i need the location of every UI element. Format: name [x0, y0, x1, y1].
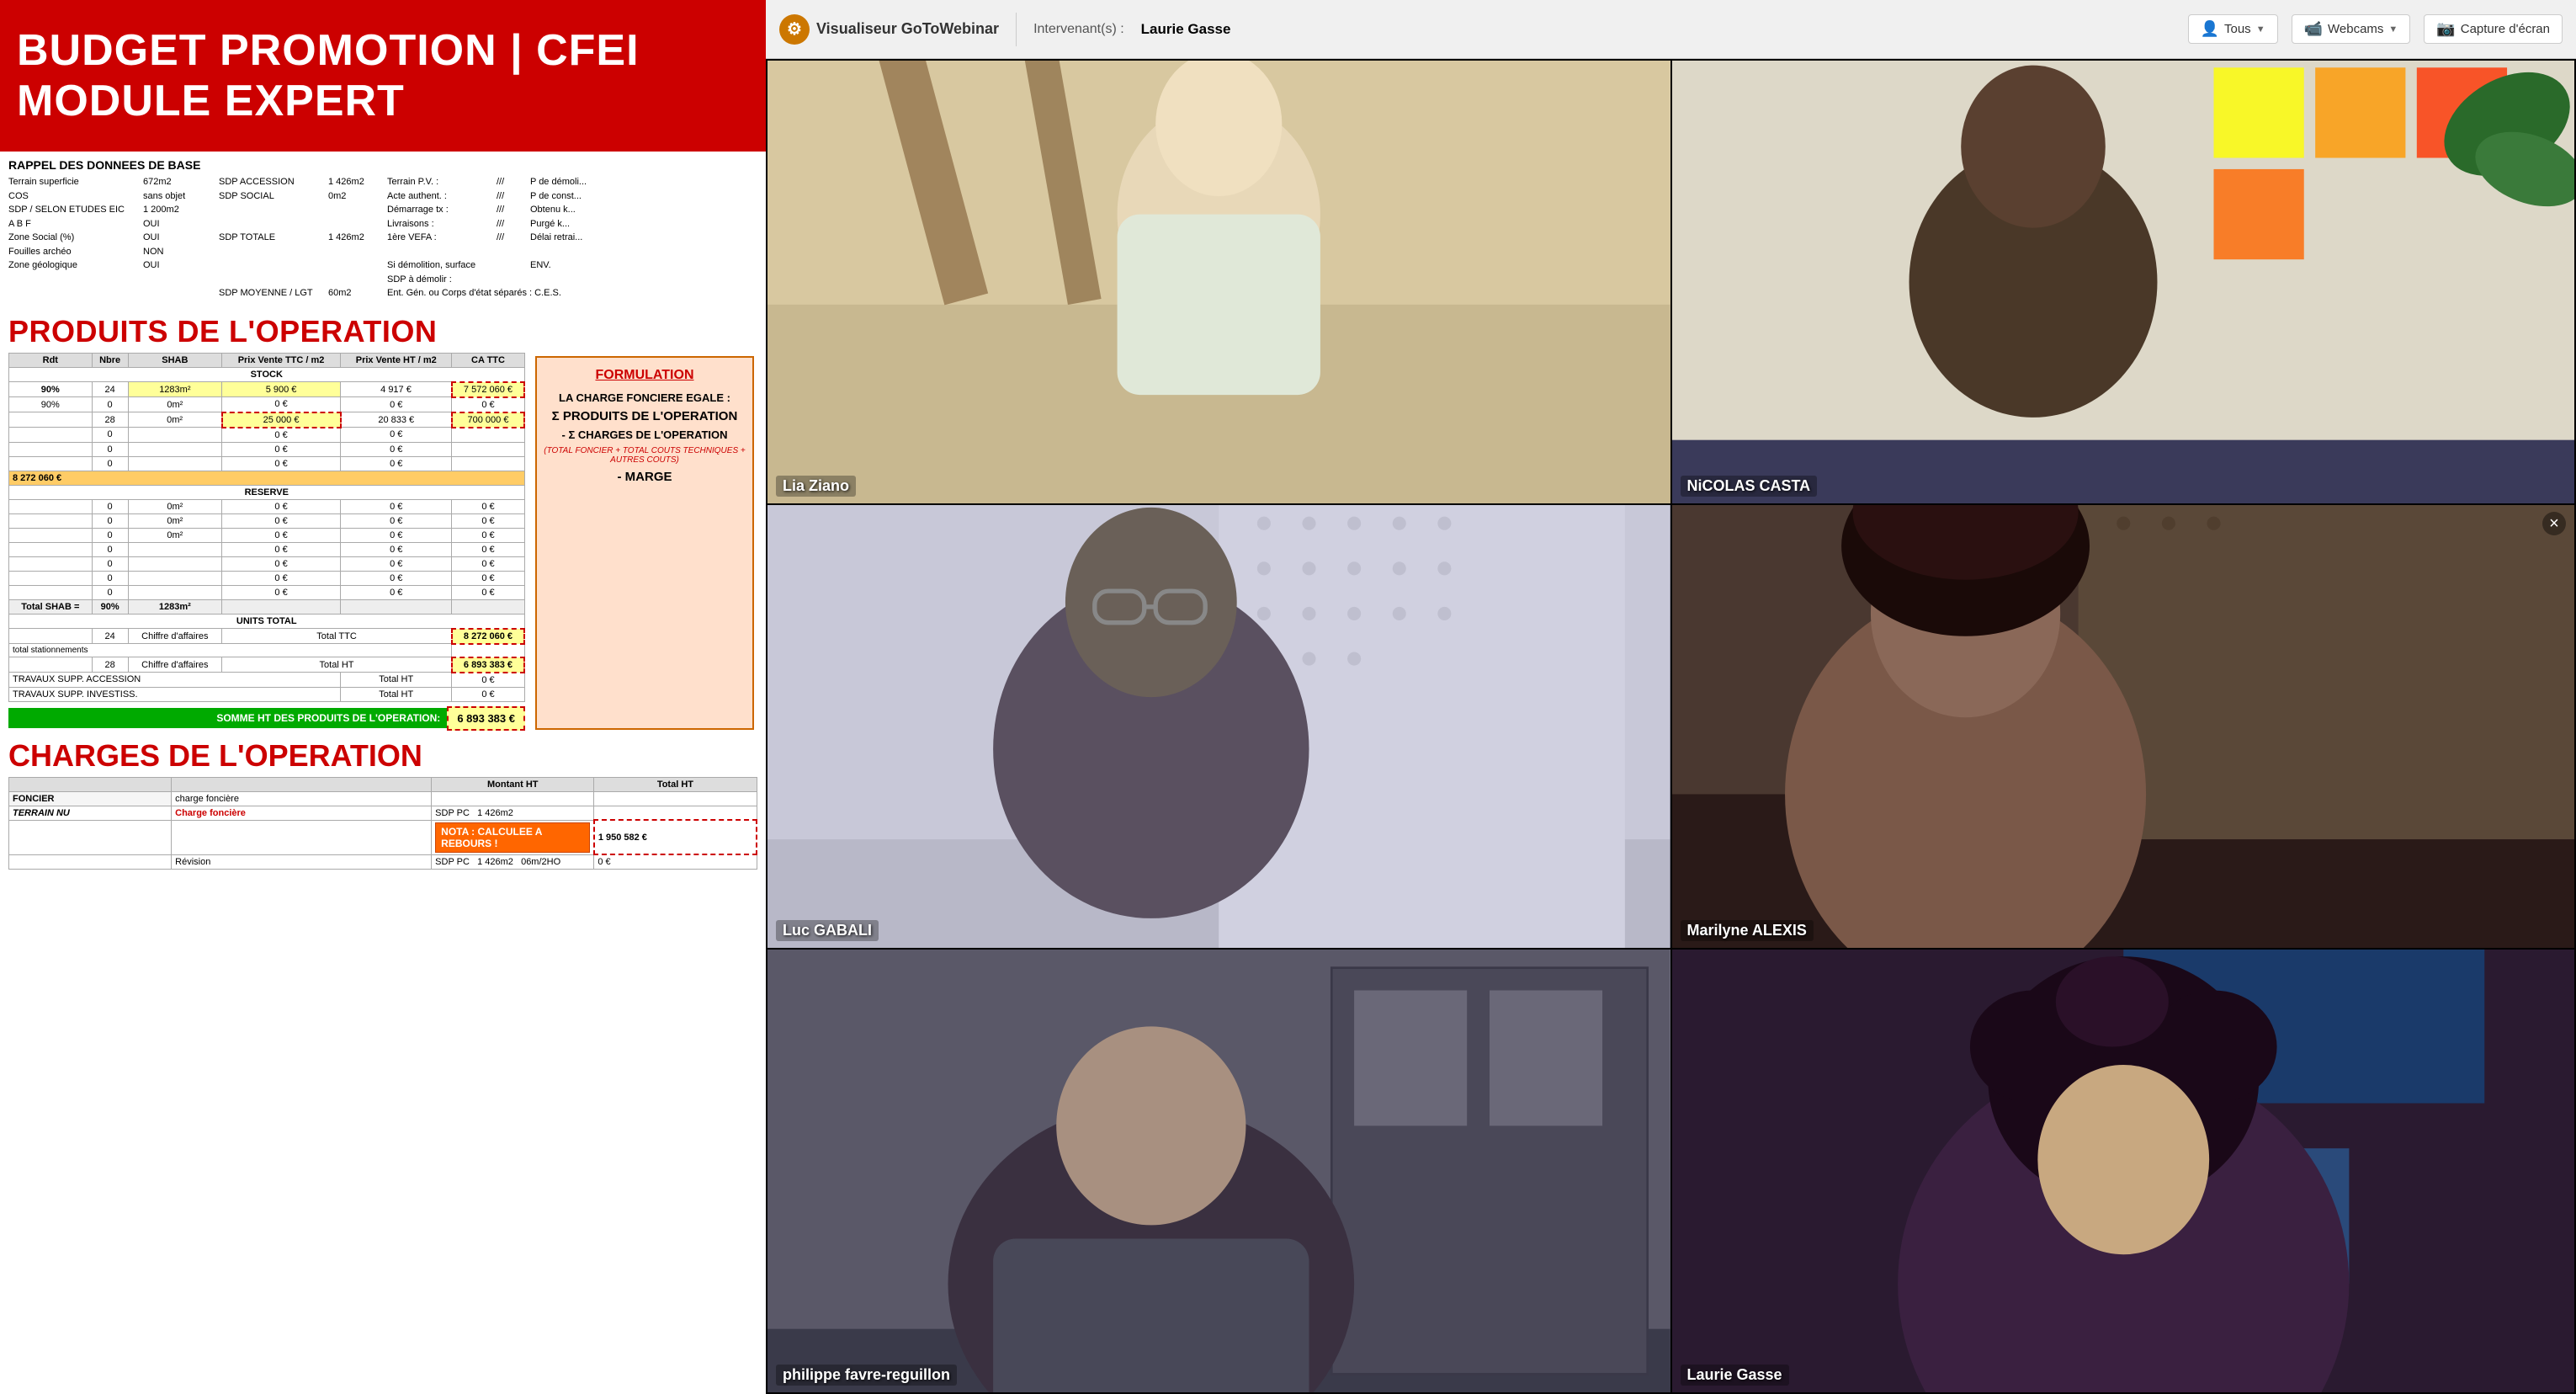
webcam-luc: Luc GABALI: [767, 505, 1670, 948]
webcams-label: Webcams: [2328, 22, 2383, 36]
stock-header: STOCK: [9, 367, 525, 382]
tous-label: Tous: [2224, 22, 2251, 36]
table-row: 00 €0 €0 €: [9, 542, 525, 556]
formulation-title: FORMULATION: [544, 368, 746, 383]
table-row: 28 0m² 25 000 € 20 833 € 700 000 €: [9, 412, 525, 428]
charges-section: CHARGES DE L'OPERATION: [0, 733, 766, 775]
table-row: 90% 0 0m² 0 € 0 € 0 €: [9, 397, 525, 412]
webcam-lia: Lia Ziano: [767, 61, 1670, 503]
camera-icon: 📹: [2304, 20, 2323, 38]
capture-label: Capture d'écran: [2461, 22, 2550, 36]
col-shab: SHAB: [128, 353, 221, 367]
webcam-nicolas: NiCOLAS CASTA: [1672, 61, 2575, 503]
foncier-row: FONCIER charge foncière: [9, 791, 757, 806]
revision-row: Révision SDP PC 1 426m2 06m/2HO 0 €: [9, 854, 757, 870]
produits-table-area: Rdt Nbre SHAB Prix Vente TTC / m2 Prix V…: [8, 353, 525, 733]
close-marilyne-btn[interactable]: ×: [2542, 512, 2566, 535]
charges-title: CHARGES DE L'OPERATION: [8, 738, 757, 774]
produits-title: PRODUITS DE L'OPERATION: [8, 314, 757, 349]
budget-title: BUDGET PROMOTION | CFEI MODULE EXPERT: [17, 26, 640, 125]
webcam-grid: Lia Ziano N: [766, 59, 2576, 1394]
person-icon: 👤: [2201, 20, 2219, 38]
formulation-line2: Σ PRODUITS DE L'OPERATION: [544, 409, 746, 423]
produits-table: Rdt Nbre SHAB Prix Vente TTC / m2 Prix V…: [8, 353, 525, 702]
somme-label: SOMME HT DES PRODUITS DE L'OPERATION:: [8, 708, 447, 728]
cam-marilyne-label: Marilyne ALEXIS: [1681, 920, 1814, 941]
table-row: 90% 24 1283m² 5 900 € 4 917 € 7 572 060 …: [9, 382, 525, 397]
cam-lia-label: Lia Ziano: [776, 476, 856, 497]
budget-banner: BUDGET PROMOTION | CFEI MODULE EXPERT: [0, 0, 766, 152]
webcam-philippe: philippe favre-reguillon: [767, 950, 1670, 1392]
terrain-nu-row: TERRAIN NU Charge foncière SDP PC 1 426m…: [9, 806, 757, 820]
charges-table-area: Montant HT Total HT FONCIER charge fonci…: [0, 775, 766, 872]
screenshot-icon: 📷: [2436, 20, 2455, 38]
units-header: UNITS TOTAL: [9, 614, 525, 629]
formulation-box: FORMULATION LA CHARGE FONCIERE EGALE : Σ…: [535, 356, 754, 730]
ca-ttc-row: 24 Chiffre d'affaires Total TTC 8 272 06…: [9, 629, 525, 644]
spreadsheet-panel: BUDGET PROMOTION | CFEI MODULE EXPERT RA…: [0, 0, 766, 1394]
presenter-label: Intervenant(s) :: [1033, 22, 1124, 37]
cam-philippe-label: philippe favre-reguillon: [776, 1365, 957, 1386]
rappel-section: RAPPEL DES DONNEES DE BASE Terrain super…: [0, 152, 766, 307]
somme-value: 6 893 383 €: [447, 706, 525, 731]
chevron-down-icon-2: ▼: [2388, 24, 2398, 35]
table-row: 00 €0 €0 €: [9, 585, 525, 599]
webcam-laurie: Laurie Gasse: [1672, 950, 2575, 1392]
webcam-marilyne: Marilyne ALEXIS ×: [1672, 505, 2575, 948]
table-row: 00 €0 €0 €: [9, 571, 525, 585]
produits-content: Rdt Nbre SHAB Prix Vente TTC / m2 Prix V…: [0, 353, 766, 733]
col-pv-ht: Prix Vente HT / m2: [341, 353, 452, 367]
table-row: 00m²0 €0 €0 €: [9, 528, 525, 542]
col-ca-ttc: CA TTC: [452, 353, 524, 367]
travaux-inv-row: TRAVAUX SUPP. INVESTISS. Total HT 0 €: [9, 687, 525, 701]
statio-row: total stationnements: [9, 644, 525, 657]
goto-logo-icon: ⚙: [779, 14, 810, 45]
col-nbre: Nbre: [92, 353, 128, 367]
chevron-down-icon: ▼: [2256, 24, 2265, 35]
charges-table: Montant HT Total HT FONCIER charge fonci…: [8, 777, 757, 870]
toolbar-divider: [1016, 13, 1017, 46]
produits-section: PRODUITS DE L'OPERATION: [0, 307, 766, 353]
terrain-value: 1 950 582 €: [594, 820, 757, 854]
table-row: 00m²0 €0 €0 €: [9, 513, 525, 528]
col-pv-ttc: Prix Vente TTC / m2: [222, 353, 341, 367]
webinar-panel: ⚙ Visualiseur GoToWebinar Intervenant(s)…: [766, 0, 2576, 1394]
cam-luc-label: Luc GABALI: [776, 920, 879, 941]
webinar-toolbar: ⚙ Visualiseur GoToWebinar Intervenant(s)…: [766, 0, 2576, 59]
reserve-header: RESERVE: [9, 485, 525, 499]
cam-nicolas-label: NiCOLAS CASTA: [1681, 476, 1818, 497]
terrain-nota-row: NOTA : CALCULEE A REBOURS ! 1 950 582 €: [9, 820, 757, 854]
formulation-line3: - Σ CHARGES DE L'OPERATION: [544, 428, 746, 441]
col-rdt: Rdt: [9, 353, 93, 367]
table-row: 00 €0 €: [9, 442, 525, 456]
presenter-name: Laurie Gasse: [1141, 21, 1231, 38]
table-row: 00 €0 €: [9, 456, 525, 471]
table-row: 00 €0 €0 €: [9, 556, 525, 571]
toolbar-buttons: 👤 Tous ▼ 📹 Webcams ▼ 📷 Capture d'écran: [2188, 14, 2563, 44]
total-shab-row: Total SHAB = 90% 1283m²: [9, 599, 525, 614]
capture-button[interactable]: 📷 Capture d'écran: [2424, 14, 2563, 44]
ca-ht-row: 28 Chiffre d'affaires Total HT 6 893 383…: [9, 657, 525, 673]
table-row: 00 €0 €: [9, 428, 525, 443]
somme-bar: SOMME HT DES PRODUITS DE L'OPERATION: 6 …: [8, 704, 525, 733]
formulation-line1: LA CHARGE FONCIERE EGALE :: [544, 391, 746, 404]
table-row: 00m²0 €0 €0 €: [9, 499, 525, 513]
webinar-logo: ⚙ Visualiseur GoToWebinar: [779, 14, 999, 45]
travaux-acc-row: TRAVAUX SUPP. ACCESSION Total HT 0 €: [9, 673, 525, 688]
tous-button[interactable]: 👤 Tous ▼: [2188, 14, 2278, 44]
nota-button[interactable]: NOTA : CALCULEE A REBOURS !: [435, 822, 590, 853]
webinar-title: Visualiseur GoToWebinar: [816, 20, 999, 38]
rappel-title: RAPPEL DES DONNEES DE BASE: [8, 158, 757, 172]
reserve-subtotal: 8 272 060 €: [9, 471, 525, 485]
formulation-line4: (TOTAL FONCIER + TOTAL COUTS TECHNIQUES …: [544, 446, 746, 465]
cam-laurie-label: Laurie Gasse: [1681, 1365, 1789, 1386]
formulation-line5: - MARGE: [544, 470, 746, 484]
webcams-button[interactable]: 📹 Webcams ▼: [2292, 14, 2411, 44]
